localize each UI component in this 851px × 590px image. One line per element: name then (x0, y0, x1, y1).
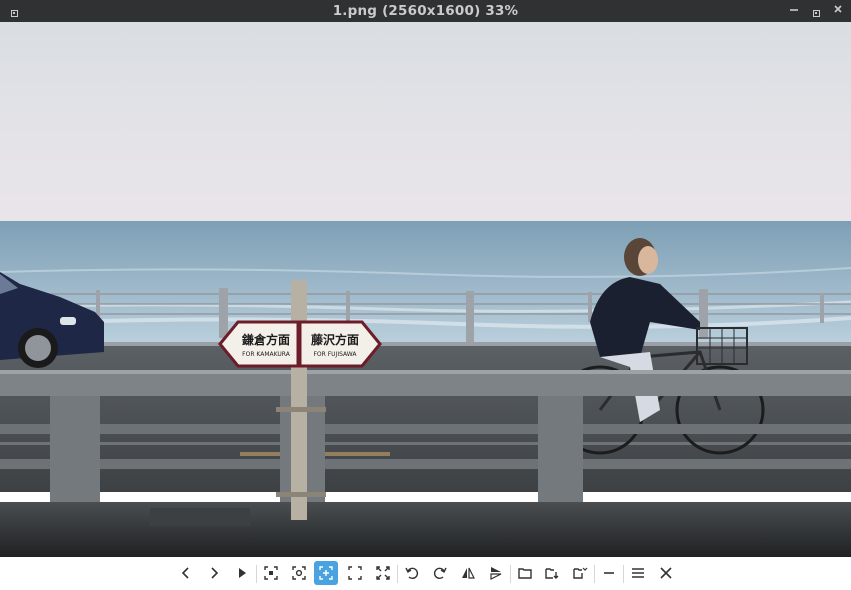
menu-button[interactable] (626, 561, 650, 585)
displayed-photo: 鎌倉方面 FOR KAMAKURA 藤沢方面 FOR FUJISAWA (0, 22, 851, 557)
copy-dropdown-icon (573, 567, 588, 579)
sign-kamakura-en: FOR KAMAKURA (242, 351, 291, 358)
save-as-button[interactable] (540, 561, 564, 585)
zoom-fit-height-button[interactable] (343, 561, 367, 585)
chevron-right-icon (211, 567, 219, 579)
close-window-button[interactable] (831, 4, 845, 18)
zoom-original-icon (264, 566, 278, 580)
fullscreen-icon (376, 566, 390, 580)
zoom-original-button[interactable] (259, 561, 283, 585)
road-sign-graphic: 鎌倉方面 FOR KAMAKURA 藤沢方面 FOR FUJISAWA (218, 320, 382, 368)
minimize-button[interactable] (597, 561, 621, 585)
close-button[interactable] (654, 561, 678, 585)
sign-fujisawa-jp: 藤沢方面 (310, 332, 359, 347)
rotate-left-button[interactable] (400, 561, 424, 585)
minimize-window-button[interactable] (787, 4, 801, 18)
sign-fujisawa-en: FOR FUJISAWA (313, 351, 357, 358)
zoom-fit-window-button[interactable] (314, 561, 338, 585)
hamburger-menu-icon (632, 568, 644, 578)
window-title: 1.png (2560x1600) 33% (332, 3, 519, 19)
folder-icon (518, 568, 532, 579)
zoom-fit-height-icon (348, 566, 362, 580)
chevron-left-icon (181, 567, 189, 579)
maximize-window-button[interactable] (809, 4, 823, 18)
image-canvas[interactable]: 鎌倉方面 FOR KAMAKURA 藤沢方面 FOR FUJISAWA (0, 22, 851, 557)
close-icon (660, 567, 672, 579)
zoom-fit-width-button[interactable] (287, 561, 311, 585)
minus-icon (604, 572, 614, 574)
flip-horizontal-button[interactable] (456, 561, 480, 585)
zoom-fit-window-icon (319, 566, 333, 580)
flip-vertical-icon (490, 567, 502, 580)
zoom-fit-width-icon (292, 566, 306, 580)
rotate-left-icon (405, 567, 419, 580)
bottom-toolbar (0, 557, 851, 590)
slideshow-button[interactable] (230, 561, 254, 585)
previous-image-button[interactable] (174, 561, 198, 585)
fullscreen-button[interactable] (371, 561, 395, 585)
play-icon (239, 568, 246, 578)
flip-horizontal-icon (462, 567, 475, 579)
rotate-right-button[interactable] (428, 561, 452, 585)
flip-vertical-button[interactable] (484, 561, 508, 585)
rotate-right-icon (433, 567, 447, 580)
save-to-folder-icon (545, 568, 559, 579)
open-folder-button[interactable] (513, 561, 537, 585)
copy-menu-button[interactable] (568, 561, 592, 585)
title-bar: 1.png (2560x1600) 33% (0, 0, 851, 22)
sign-kamakura-jp: 鎌倉方面 (241, 332, 290, 347)
next-image-button[interactable] (202, 561, 226, 585)
